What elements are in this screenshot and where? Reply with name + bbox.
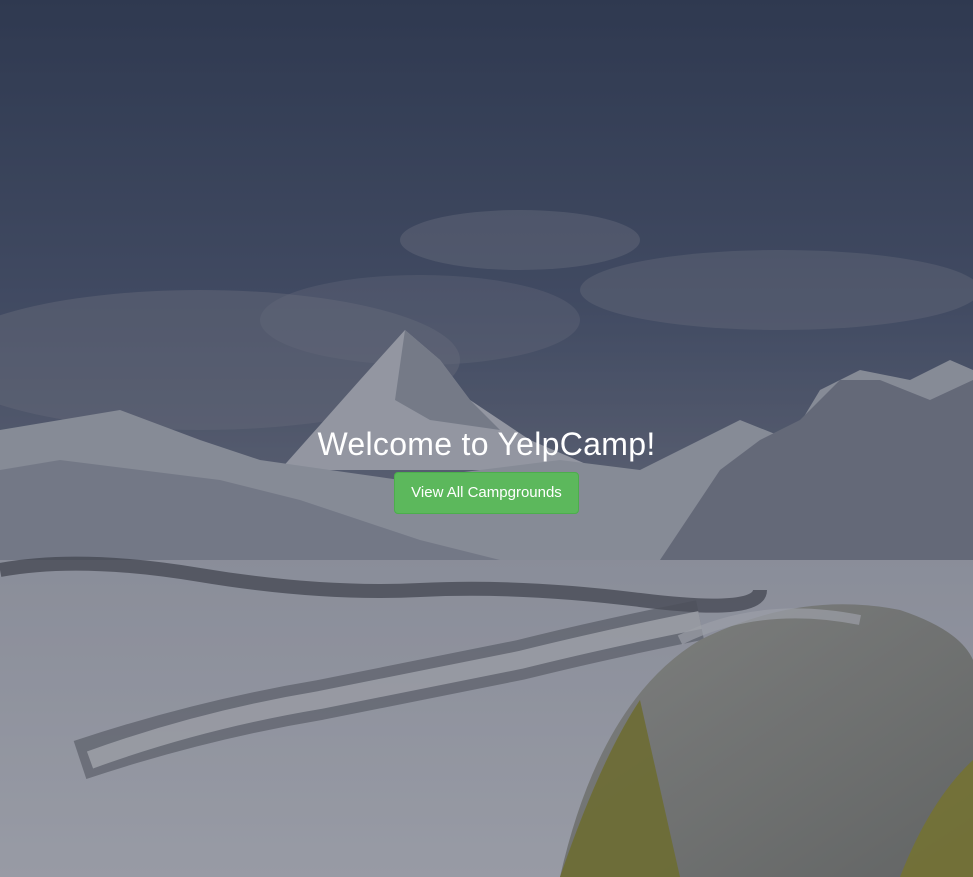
landing-header: Welcome to YelpCamp! View All Campground… (0, 422, 973, 514)
page-title: Welcome to YelpCamp! (317, 426, 656, 462)
landing-hero: Welcome to YelpCamp! View All Campground… (0, 0, 973, 877)
view-all-campgrounds-button[interactable]: View All Campgrounds (394, 472, 579, 514)
